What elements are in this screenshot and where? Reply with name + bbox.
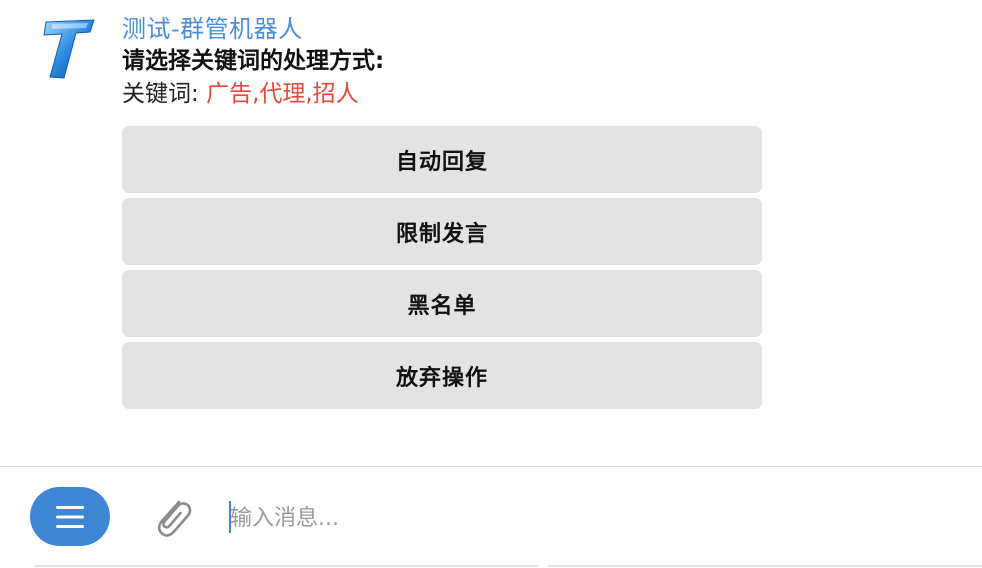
keywords-line: 关键词: 广告,代理,招人 (122, 77, 822, 111)
auto-reply-button[interactable]: 自动回复 (122, 126, 762, 193)
inline-keyboard: 自动回复 限制发言 黑名单 放弃操作 (122, 126, 762, 414)
cancel-operation-button[interactable]: 放弃操作 (122, 342, 762, 409)
attach-button[interactable] (146, 489, 196, 543)
message-composer (0, 466, 982, 568)
restrict-speech-button[interactable]: 限制发言 (122, 198, 762, 265)
keyboard-edge-right (548, 565, 982, 567)
chat-screen: 测试-群管机器人 请选择关键词的处理方式: 关键词: 广告,代理,招人 自动回复… (0, 0, 982, 568)
paperclip-icon (157, 500, 192, 537)
keyboard-edge-left (34, 565, 538, 567)
keywords-values: 广告,代理,招人 (206, 81, 359, 107)
message-bubble: 测试-群管机器人 请选择关键词的处理方式: 关键词: 广告,代理,招人 (122, 12, 822, 111)
message-title: 请选择关键词的处理方式: (122, 48, 385, 74)
menu-button[interactable] (30, 487, 110, 546)
message-input[interactable] (226, 495, 952, 541)
bot-name[interactable]: 测试-群管机器人 (122, 12, 822, 46)
menu-icon (56, 505, 84, 528)
blacklist-button[interactable]: 黑名单 (122, 270, 762, 337)
keywords-label: 关键词: (122, 81, 199, 107)
text-caret (229, 501, 231, 533)
bot-avatar-icon[interactable] (40, 18, 96, 80)
